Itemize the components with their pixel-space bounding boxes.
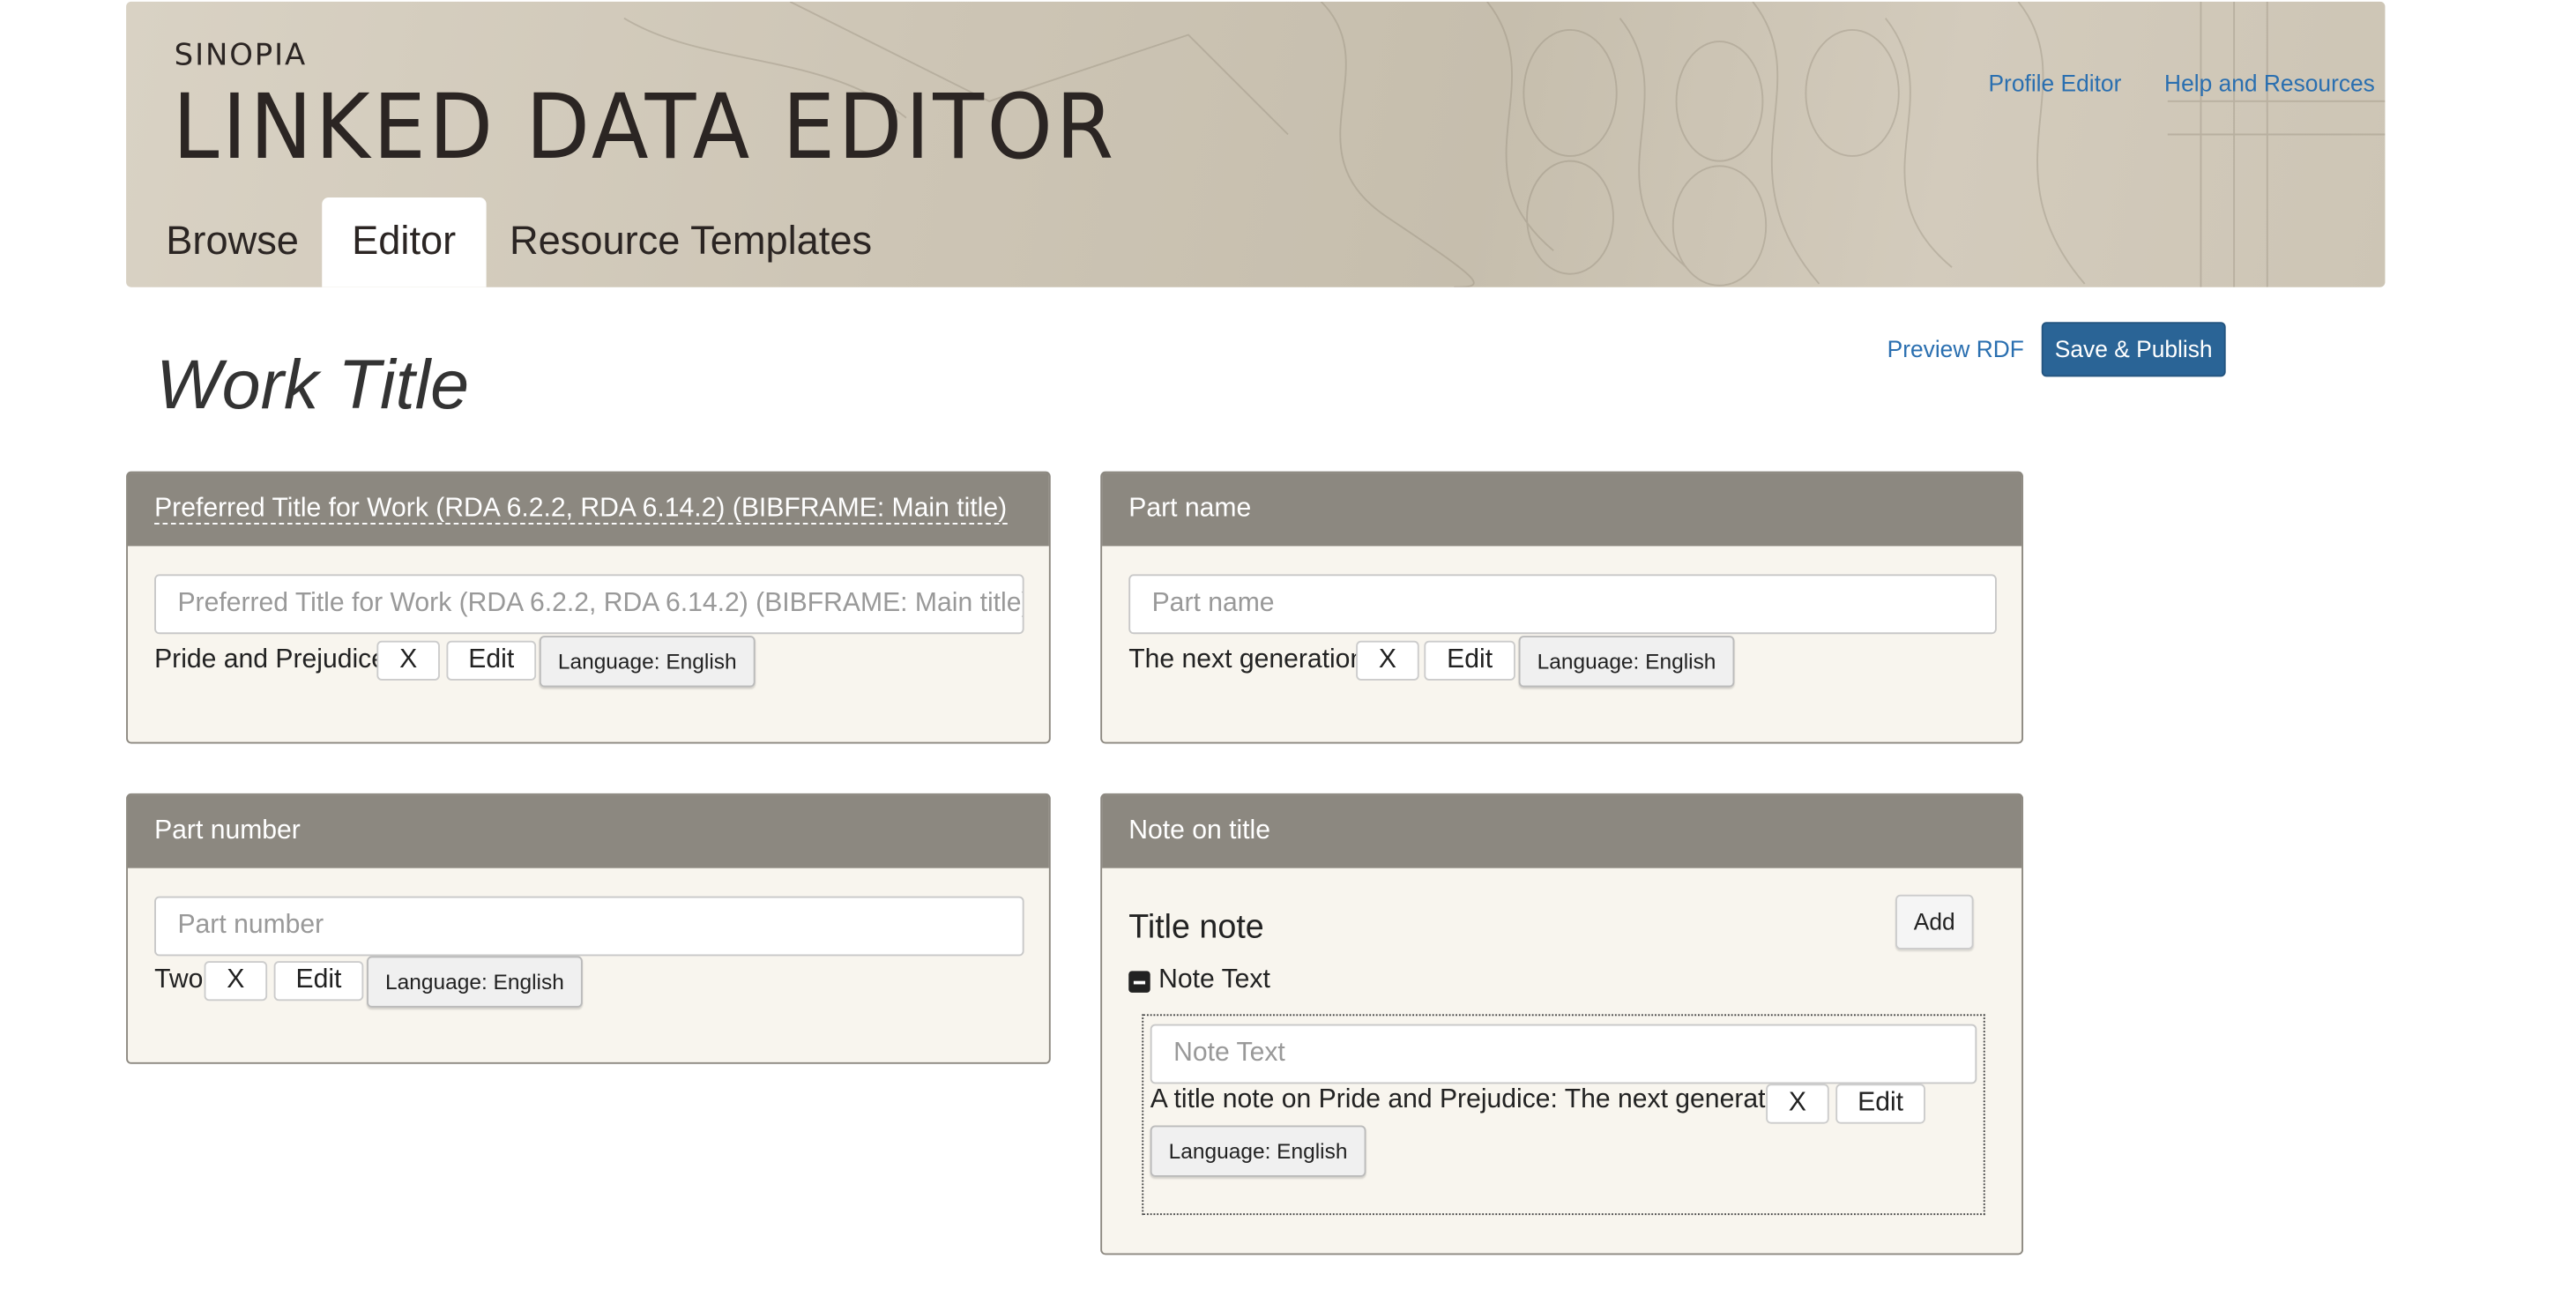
- note-text-value: A title note on Pride and Prejudice: The…: [1150, 1085, 1801, 1114]
- edit-value-button[interactable]: Edit: [1424, 640, 1515, 681]
- preferred-title-heading[interactable]: Preferred Title for Work (RDA 6.2.2, RDA…: [154, 495, 1008, 525]
- language-button[interactable]: Language: English: [1150, 1125, 1366, 1177]
- remove-value-button[interactable]: X: [376, 640, 440, 681]
- add-button[interactable]: Add: [1895, 894, 1974, 950]
- language-button[interactable]: Language: English: [539, 636, 756, 688]
- part-number-input[interactable]: Part number: [154, 896, 1024, 957]
- brand-title: LINKED DATA EDITOR: [172, 74, 1117, 180]
- panel-heading: Preferred Title for Work (RDA 6.2.2, RDA…: [127, 473, 1049, 547]
- edit-value-button[interactable]: Edit: [1835, 1084, 1925, 1124]
- edit-value-button[interactable]: Edit: [446, 640, 537, 681]
- help-and-resources-link[interactable]: Help and Resources: [2164, 70, 2375, 96]
- part-name-input[interactable]: Part name: [1128, 574, 1997, 635]
- note-text-property-label: Note Text: [1158, 965, 1270, 994]
- page-title: Work Title: [155, 345, 470, 424]
- edit-value-button[interactable]: Edit: [273, 961, 364, 1002]
- preferred-title-value: Pride and Prejudice: [154, 645, 386, 674]
- language-button[interactable]: Language: English: [367, 956, 583, 1008]
- language-button[interactable]: Language: English: [1518, 636, 1735, 688]
- part-name-heading: Part name: [1102, 473, 2022, 547]
- panel-note-on-title: Note on title Title note Add Note Text N…: [1100, 793, 2024, 1255]
- tab-resource-templates[interactable]: Resource Templates: [480, 197, 902, 287]
- tab-editor[interactable]: Editor: [322, 197, 487, 287]
- note-text-input[interactable]: Note Text: [1150, 1024, 1977, 1084]
- save-and-publish-button[interactable]: Save & Publish: [2041, 322, 2226, 377]
- title-note-subheading: Title note: [1128, 909, 1264, 947]
- profile-editor-link[interactable]: Profile Editor: [1988, 70, 2121, 96]
- tab-browse[interactable]: Browse: [136, 197, 328, 287]
- panel-part-name: Part name Part name The next generation …: [1100, 471, 2024, 744]
- preferred-title-input[interactable]: Preferred Title for Work (RDA 6.2.2, RDA…: [154, 574, 1024, 635]
- collapse-minus-icon[interactable]: [1128, 971, 1150, 993]
- panel-preferred-title: Preferred Title for Work (RDA 6.2.2, RDA…: [126, 471, 1051, 744]
- part-name-value: The next generation: [1128, 645, 1366, 674]
- note-on-title-heading: Note on title: [1102, 794, 2022, 868]
- site-header: SINOPIA LINKED DATA EDITOR Profile Edito…: [126, 1, 2386, 287]
- remove-value-button[interactable]: X: [204, 961, 268, 1002]
- panel-part-number: Part number Part number Two X Edit Langu…: [126, 793, 1051, 1064]
- brand-subtitle: SINOPIA: [174, 38, 308, 73]
- preview-rdf-link[interactable]: Preview RDF: [1887, 335, 2024, 361]
- part-number-heading: Part number: [127, 794, 1049, 868]
- part-number-value: Two: [154, 965, 204, 994]
- remove-value-button[interactable]: X: [1766, 1084, 1829, 1124]
- remove-value-button[interactable]: X: [1356, 640, 1419, 681]
